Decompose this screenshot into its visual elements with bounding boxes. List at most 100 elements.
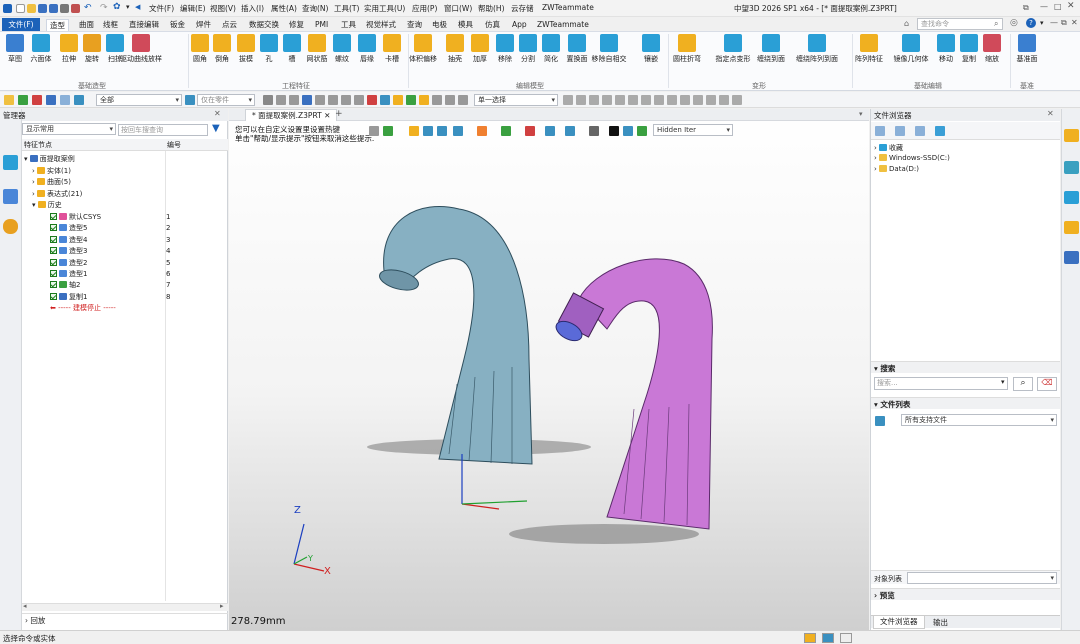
document-tab[interactable]: * 面提取案例.Z3PRT ✕ — [245, 109, 338, 121]
faucet-model-grey[interactable] — [377, 206, 533, 465]
snap-icon[interactable] — [706, 95, 716, 105]
ribbon-button[interactable]: 基准面 — [1016, 34, 1038, 64]
tab-sheetmetal[interactable]: 钣金 — [170, 19, 185, 30]
ribbon-button[interactable]: 卡槽 — [381, 34, 403, 64]
view-icon[interactable] — [74, 95, 84, 105]
tab-wireframe[interactable]: 线框 — [103, 19, 118, 30]
view-tool-icon[interactable] — [369, 126, 379, 136]
remove-icon[interactable] — [32, 95, 42, 105]
tab-electrode[interactable]: 电极 — [432, 19, 447, 30]
history-row[interactable]: 造型2 5 — [50, 258, 256, 269]
file-tab[interactable]: 文件(F) — [2, 18, 40, 31]
tab-repair[interactable]: 修复 — [289, 19, 304, 30]
menu-apps[interactable]: 应用(P) — [412, 3, 437, 14]
tree-item-history[interactable]: ▾ 历史 — [32, 200, 238, 211]
expand-icon[interactable]: ▾ — [32, 201, 36, 209]
status-view-icon[interactable] — [804, 633, 816, 643]
save-all-icon[interactable] — [49, 0, 60, 15]
quick-access-dropdown-icon[interactable]: ▾ — [126, 3, 130, 11]
library-tab-icon[interactable] — [1064, 161, 1079, 174]
history-row[interactable]: 轴2 7 — [50, 280, 256, 291]
view-tool-icon[interactable] — [525, 126, 535, 136]
scroll-right-icon[interactable]: ▸ — [220, 602, 224, 610]
template-tab-icon[interactable] — [1064, 221, 1079, 234]
tool-icon[interactable] — [315, 95, 325, 105]
menu-teammate[interactable]: ZWTeammate — [542, 3, 594, 12]
ribbon-button[interactable]: 镜像几何体 — [894, 34, 929, 64]
manager-tab-icon[interactable] — [3, 155, 18, 170]
maximize-icon[interactable]: □ — [1054, 2, 1062, 11]
tool-icon[interactable] — [341, 95, 351, 105]
manager-search-input[interactable]: 按回车搜查询 — [118, 124, 208, 136]
snap-icon[interactable] — [563, 95, 573, 105]
faucet-model-magenta[interactable] — [553, 258, 713, 530]
tool-icon[interactable] — [393, 95, 403, 105]
tool-icon[interactable] — [289, 95, 299, 105]
history-row[interactable]: 造型4 3 — [50, 235, 256, 246]
tool-icon[interactable] — [380, 95, 390, 105]
ribbon-button[interactable]: 圆柱折弯 — [673, 34, 701, 64]
refresh-icon[interactable] — [935, 126, 945, 136]
preview-section-header[interactable]: › 预览 — [871, 588, 1060, 600]
tool-icon[interactable] — [445, 95, 455, 105]
visibility-checkbox[interactable] — [50, 258, 57, 266]
print-icon[interactable] — [60, 0, 71, 15]
tab-file-browser[interactable]: 文件浏览器 — [873, 616, 925, 629]
tool-icon[interactable] — [419, 95, 429, 105]
ribbon-button[interactable]: 缠绕到面 — [757, 34, 785, 64]
tab-data-exchange[interactable]: 数据交换 — [249, 19, 279, 30]
menu-edit[interactable]: 编辑(E) — [180, 3, 206, 14]
close-icon[interactable]: ✕ — [1067, 1, 1075, 11]
collapse-icon[interactable]: › — [32, 178, 35, 186]
snap-icon[interactable] — [628, 95, 638, 105]
part-filter-icon[interactable] — [185, 95, 195, 105]
view-tool-icon[interactable] — [453, 126, 463, 136]
view-tool-icon[interactable] — [545, 126, 555, 136]
minimize-icon[interactable]: — — [1040, 2, 1048, 11]
menu-view[interactable]: 视图(V) — [210, 3, 236, 14]
assembly-tab-icon[interactable] — [3, 189, 18, 204]
tab-pmi[interactable]: PMI — [315, 19, 328, 30]
new-tab-icon[interactable]: + — [335, 109, 343, 119]
filter-dropdown[interactable]: 全部 — [96, 94, 182, 106]
tab-simulation[interactable]: 仿真 — [485, 19, 500, 30]
menu-insert[interactable]: 插入(I) — [241, 3, 264, 14]
tree-item-solids[interactable]: › 实体(1) — [32, 166, 238, 177]
tab-mold[interactable]: 模具 — [458, 19, 473, 30]
clear-search-button[interactable]: ⌫ — [1037, 377, 1057, 391]
history-row[interactable]: 造型1 6 — [50, 269, 256, 280]
expand-icon[interactable]: ▾ — [24, 155, 28, 163]
pick-icon[interactable] — [46, 95, 56, 105]
view-tool-icon[interactable] — [623, 126, 633, 136]
tool-icon[interactable] — [458, 95, 468, 105]
up-icon[interactable] — [915, 126, 925, 136]
help-icon[interactable]: ? — [1026, 18, 1036, 28]
favorites-item[interactable]: › 收藏 — [874, 143, 903, 153]
tab-tools[interactable]: 工具 — [341, 19, 356, 30]
history-row[interactable]: 造型3 4 — [50, 246, 256, 257]
snap-icon[interactable] — [654, 95, 664, 105]
undo-icon[interactable]: ↶ — [84, 3, 92, 13]
rollback-marker[interactable]: ⬅ ----- 建模停止 ----- — [50, 303, 256, 314]
view-tool-icon[interactable] — [501, 126, 511, 136]
regenerate-icon[interactable]: ✿ — [113, 2, 121, 12]
help-dropdown-icon[interactable]: ▾ — [1040, 19, 1044, 27]
tool-icon[interactable] — [354, 95, 364, 105]
tool-icon[interactable] — [367, 95, 377, 105]
forward-icon[interactable] — [895, 126, 905, 136]
visibility-checkbox[interactable] — [50, 224, 57, 232]
menu-attribute[interactable]: 属性(A) — [271, 3, 297, 14]
snap-icon[interactable] — [589, 95, 599, 105]
collapse-icon[interactable]: › — [32, 167, 35, 175]
back-icon[interactable] — [875, 126, 885, 136]
tree-item-expressions[interactable]: › 表达式(21) — [32, 189, 238, 200]
tab-app[interactable]: App — [512, 19, 527, 30]
ribbon-button[interactable]: 体积偏移 — [409, 34, 437, 64]
status-screen-icon[interactable] — [822, 633, 834, 643]
snap-icon[interactable] — [732, 95, 742, 105]
tab-visual-style[interactable]: 视觉样式 — [366, 19, 396, 30]
menu-query[interactable]: 查询(N) — [302, 3, 328, 14]
ribbon-button[interactable]: 移除自相交 — [592, 34, 627, 64]
tab-output[interactable]: 输出 — [933, 617, 948, 628]
hidden-iter-dropdown[interactable]: Hidden Iter — [653, 124, 733, 136]
